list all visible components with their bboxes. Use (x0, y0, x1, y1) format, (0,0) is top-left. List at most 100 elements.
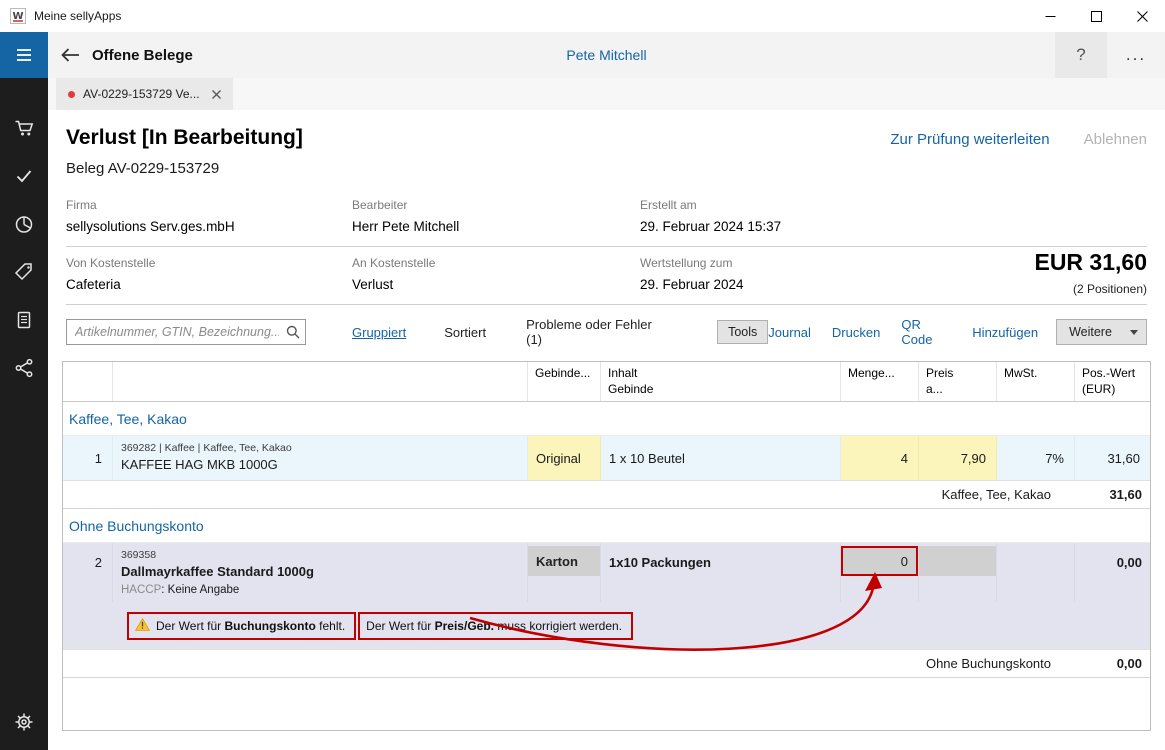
info-row-2: Von Kostenstelle Cafeteria An Kostenstel… (66, 247, 1147, 305)
sidebar-item-labels[interactable] (0, 248, 48, 296)
app-header: Offene Belege Pete Mitchell ? ... (48, 32, 1165, 78)
col-header-empty-num (63, 362, 113, 401)
settings-gear-icon[interactable] (0, 702, 48, 742)
gebinde-cell[interactable]: Karton (528, 543, 601, 602)
search-input[interactable] (66, 319, 306, 345)
group-subtotal-kaffee: Kaffee, Tee, Kakao 31,60 (63, 480, 1150, 509)
forward-for-review-link[interactable]: Zur Prüfung weiterleiten (890, 131, 1049, 148)
sidebar (0, 32, 48, 750)
article-cell[interactable]: 369282 | Kaffee | Kaffee, Tee, Kakao KAF… (113, 436, 528, 480)
sidebar-item-share[interactable] (0, 344, 48, 392)
add-link[interactable]: Hinzufügen (972, 325, 1038, 340)
mwst-cell: 7% (997, 436, 1075, 480)
an-kostenstelle-value: Verlust (352, 277, 640, 292)
inhalt-cell: 1x10 Packungen (601, 543, 841, 602)
col-header-empty-desc (113, 362, 528, 401)
subtotal-value: 0,00 (1075, 656, 1150, 671)
reject-link[interactable]: Ablehnen (1084, 131, 1147, 148)
erstellt-label: Erstellt am (640, 198, 1147, 212)
haccp-line: HACCP: Keine Angabe (121, 584, 519, 596)
more-actions-label: Weitere (1069, 325, 1112, 339)
col-header-wert[interactable]: Pos.-Wert(EUR) (1075, 362, 1150, 401)
group-header-kaffee[interactable]: Kaffee, Tee, Kakao (63, 402, 1150, 436)
article-cell[interactable]: 369358 Dallmayrkaffee Standard 1000g HAC… (113, 543, 528, 602)
col-header-mwst[interactable]: MwSt. (997, 362, 1075, 401)
von-kostenstelle-value: Cafeteria (66, 277, 352, 292)
minimize-button[interactable] (1027, 0, 1073, 32)
maximize-button[interactable] (1073, 0, 1119, 32)
warning-buchungskonto: Der Wert für Buchungskonto fehlt. (127, 612, 356, 640)
close-button[interactable] (1119, 0, 1165, 32)
print-link[interactable]: Drucken (832, 325, 880, 340)
user-name: Pete Mitchell (48, 47, 1165, 63)
warning-text: Der Wert für Preis/Geb. muss korrigiert … (366, 619, 622, 633)
search-icon[interactable] (286, 325, 300, 342)
more-actions-dropdown[interactable]: Weitere (1056, 319, 1147, 345)
document-tab[interactable]: AV-0229-153729 Ve... (56, 78, 233, 110)
col-header-preis[interactable]: Preisa... (919, 362, 997, 401)
document-title: Verlust [In Bearbeitung] (66, 126, 303, 150)
article-name: KAFFEE HAG MKB 1000G (121, 457, 519, 472)
firma-value: sellysolutions Serv.ges.mbH (66, 219, 352, 234)
article-name: Dallmayrkaffee Standard 1000g (121, 564, 519, 579)
grouped-toggle[interactable]: Gruppiert (352, 325, 406, 340)
an-kostenstelle-label: An Kostenstelle (352, 256, 640, 270)
unsaved-dot-icon (68, 91, 75, 98)
document-total: EUR 31,60 (1034, 249, 1147, 276)
sidebar-item-cart[interactable] (0, 104, 48, 152)
journal-link[interactable]: Journal (768, 325, 811, 340)
preis-cell[interactable]: 7,90 (919, 436, 997, 480)
erstellt-value: 29. Februar 2024 15:37 (640, 219, 1147, 234)
app-logo-icon: W (10, 8, 26, 24)
poswert-cell: 31,60 (1075, 436, 1150, 480)
col-header-gebinde[interactable]: Gebinde... (528, 362, 601, 401)
positions-table: Gebinde... InhaltGebinde Menge... Preisa… (62, 361, 1151, 731)
subtotal-label: Ohne Buchungskonto (926, 656, 1075, 671)
warning-preis: Der Wert für Preis/Geb. muss korrigiert … (358, 612, 633, 640)
subtotal-value: 31,60 (1075, 487, 1150, 502)
qr-code-link[interactable]: QR Code (901, 317, 951, 347)
table-header-row: Gebinde... InhaltGebinde Menge... Preisa… (63, 362, 1150, 402)
help-button[interactable]: ? (1055, 32, 1107, 78)
mwst-cell (997, 543, 1075, 602)
row-number: 1 (63, 436, 113, 480)
sidebar-item-tasks[interactable] (0, 152, 48, 200)
table-row-error[interactable]: 2 369358 Dallmayrkaffee Standard 1000g H… (63, 543, 1150, 649)
warning-triangle-icon (135, 618, 150, 634)
firma-label: Firma (66, 198, 352, 212)
app-window: W Meine sellyApps (0, 0, 1165, 750)
von-kostenstelle-label: Von Kostenstelle (66, 256, 352, 270)
preis-cell-invalid[interactable] (919, 543, 997, 602)
back-button[interactable] (48, 32, 92, 78)
more-options-button[interactable]: ... (1107, 32, 1165, 78)
menge-cell-invalid[interactable]: 0 (841, 543, 919, 602)
sidebar-item-reports[interactable] (0, 200, 48, 248)
positions-count: (2 Positionen) (1034, 282, 1147, 296)
col-header-inhalt[interactable]: InhaltGebinde (601, 362, 841, 401)
problems-filter[interactable]: Probleme oder Fehler (1) (526, 317, 669, 347)
validation-warnings: Der Wert für Buchungskonto fehlt. Der We… (127, 612, 1150, 640)
window-title: Meine sellyApps (34, 9, 121, 23)
page-title: Offene Belege (92, 47, 193, 64)
menge-cell[interactable]: 4 (841, 436, 919, 480)
col-header-menge[interactable]: Menge... (841, 362, 919, 401)
row-number: 2 (63, 543, 113, 602)
tab-strip: AV-0229-153729 Ve... (48, 78, 1165, 110)
group-header-ohne-buchungskonto[interactable]: Ohne Buchungskonto (63, 509, 1150, 543)
inhalt-cell: 1 x 10 Beutel (601, 436, 841, 480)
article-meta: 369358 (121, 549, 519, 561)
tools-button[interactable]: Tools (717, 320, 768, 344)
gebinde-cell[interactable]: Original (528, 436, 601, 480)
sorted-toggle[interactable]: Sortiert (444, 325, 486, 340)
bearbeiter-label: Bearbeiter (352, 198, 640, 212)
tab-label: AV-0229-153729 Ve... (83, 87, 200, 101)
menu-hamburger-button[interactable] (0, 32, 48, 78)
table-empty-area (63, 678, 1150, 730)
group-subtotal-ohne-buchungskonto: Ohne Buchungskonto 0,00 (63, 649, 1150, 678)
poswert-cell: 0,00 (1075, 543, 1150, 602)
document-view: Verlust [In Bearbeitung] Zur Prüfung wei… (48, 110, 1165, 750)
tab-close-icon[interactable] (212, 90, 221, 99)
table-row[interactable]: 1 369282 | Kaffee | Kaffee, Tee, Kakao K… (63, 436, 1150, 480)
sidebar-item-journal[interactable] (0, 296, 48, 344)
subtotal-label: Kaffee, Tee, Kakao (942, 487, 1075, 502)
